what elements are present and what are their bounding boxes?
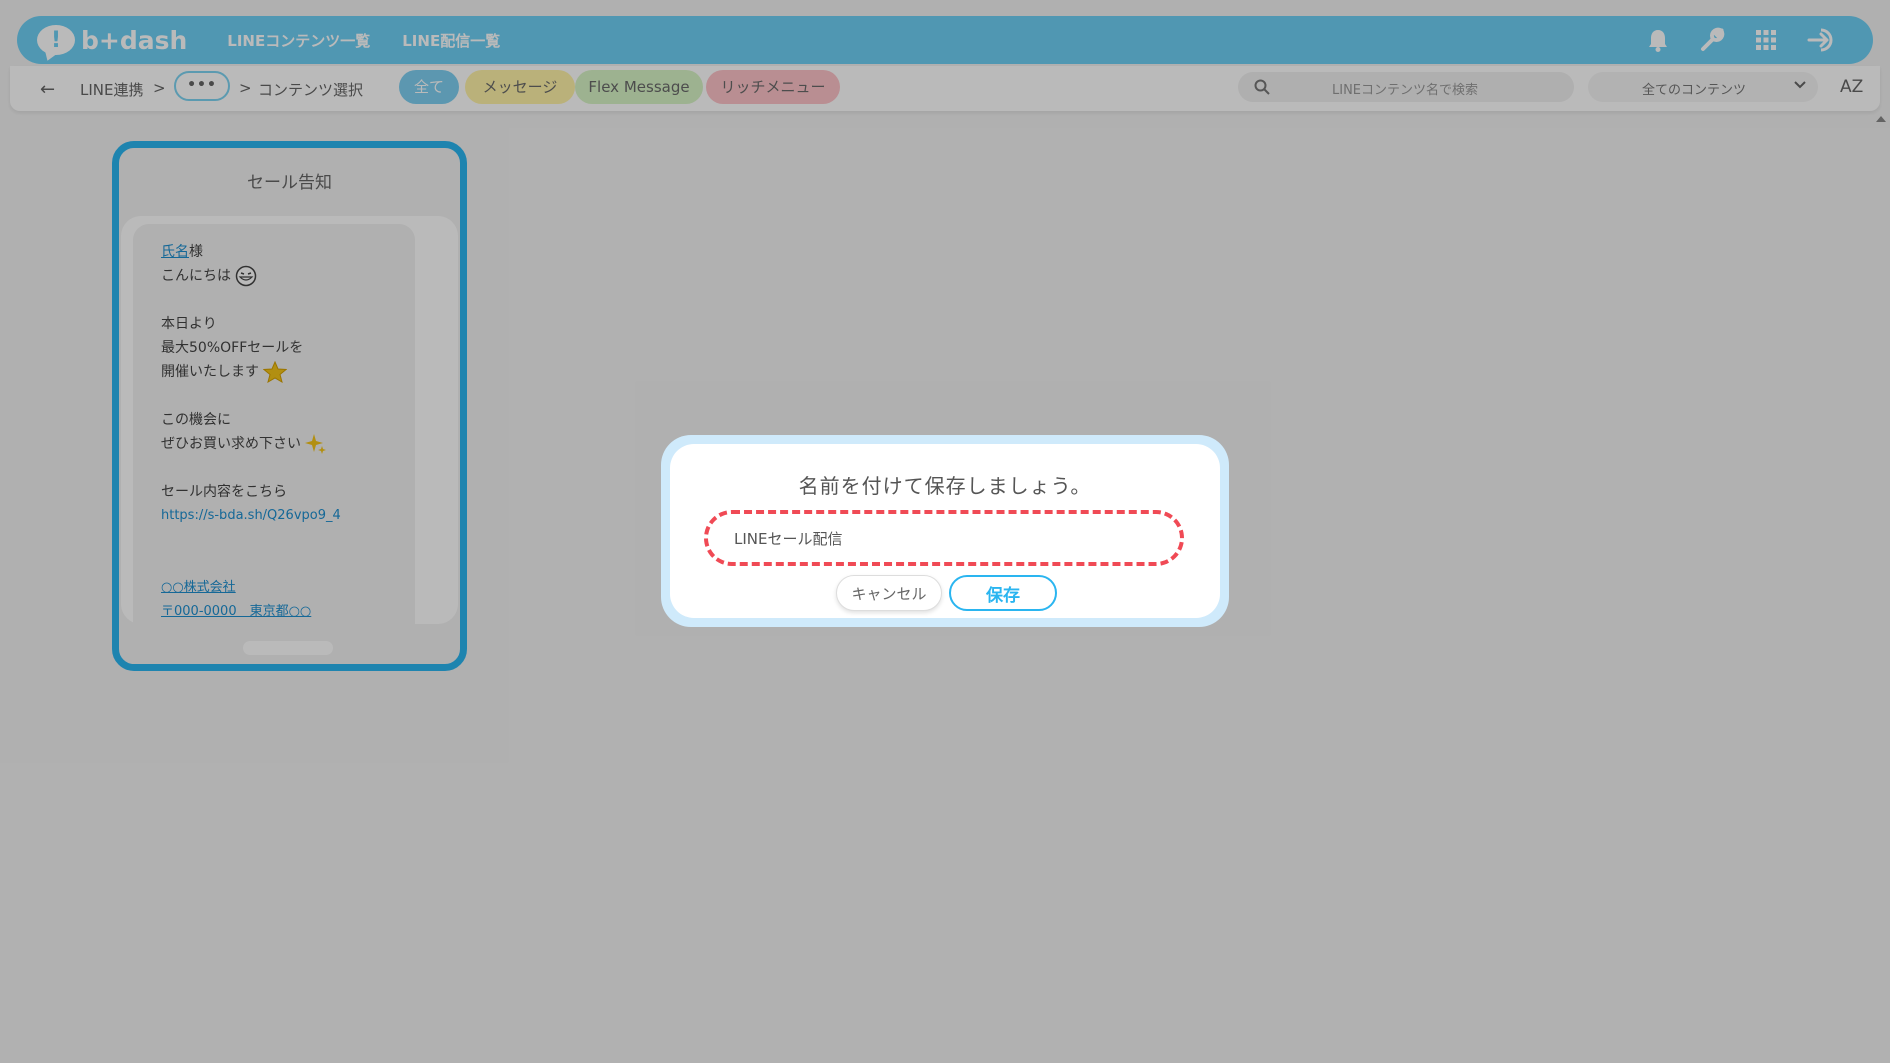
save-name-dialog: 名前を付けて保存しましょう。 キャンセル 保存 [661,435,1229,627]
content-name-input[interactable] [704,510,1184,566]
save-button[interactable]: 保存 [949,575,1057,611]
cancel-button[interactable]: キャンセル [836,575,942,611]
dialog-title: 名前を付けて保存しましょう。 [798,474,1092,498]
dialog-panel: 名前を付けて保存しましょう。 キャンセル 保存 [670,444,1220,618]
